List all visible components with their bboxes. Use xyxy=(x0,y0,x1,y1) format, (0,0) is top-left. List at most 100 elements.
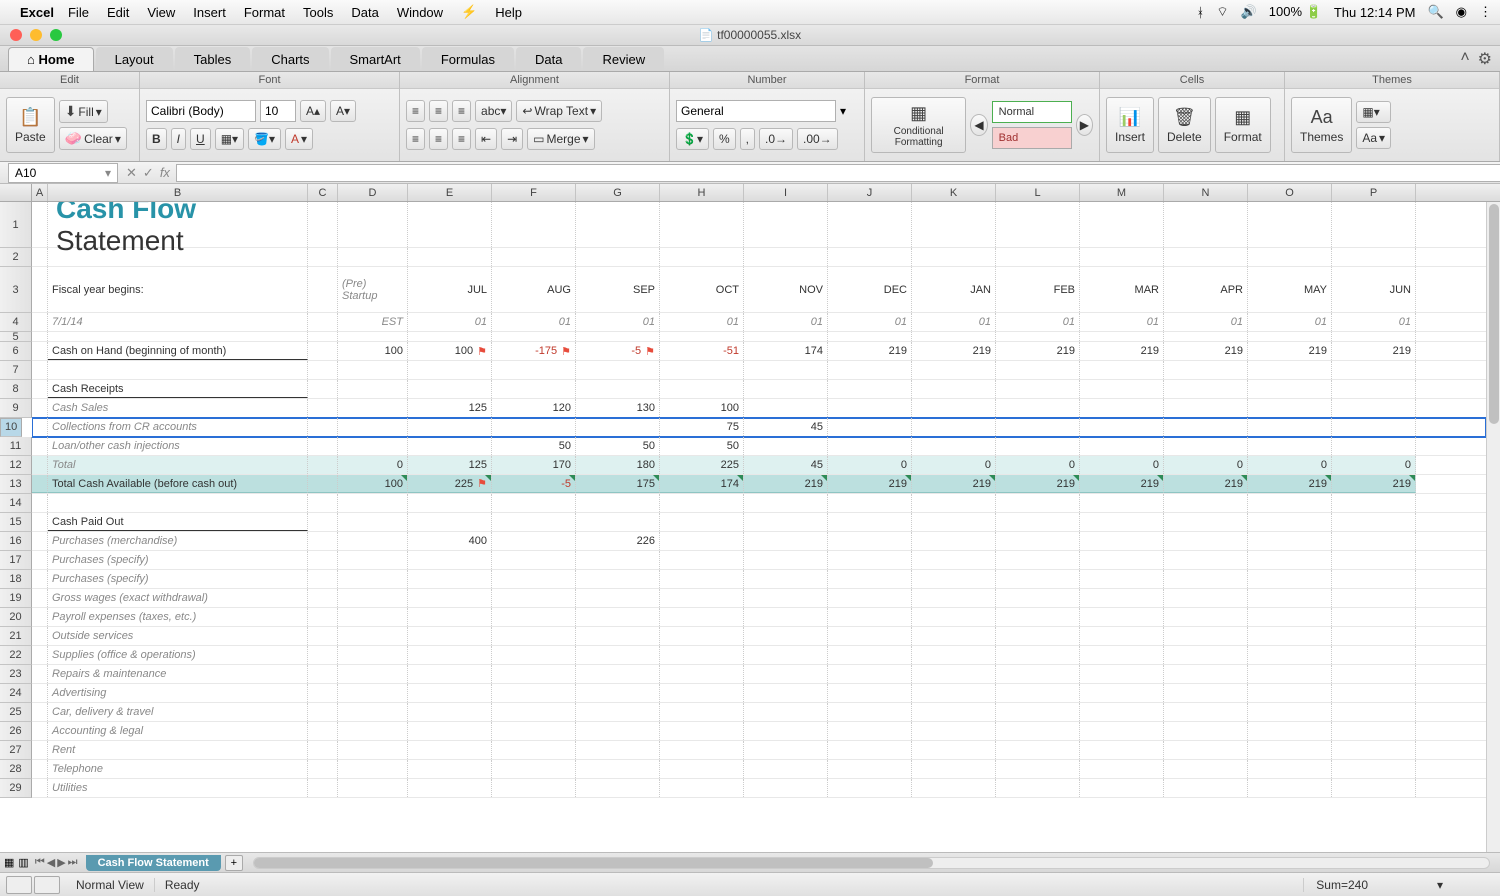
outdent-button[interactable]: ⇤ xyxy=(475,128,497,150)
clock[interactable]: Thu 12:14 PM xyxy=(1334,5,1416,20)
themes-button[interactable]: AaThemes xyxy=(1291,97,1352,153)
volume-icon[interactable]: 🔊 xyxy=(1241,4,1257,20)
tab-tables[interactable]: Tables xyxy=(175,47,251,71)
rowhdr-10[interactable]: 10 xyxy=(0,418,22,437)
colhdr-F[interactable]: F xyxy=(492,184,576,201)
colhdr-A[interactable]: A xyxy=(32,184,48,201)
rowhdr-22[interactable]: 22 xyxy=(0,646,32,665)
align-left-button[interactable]: ≡ xyxy=(406,128,425,150)
rowhdr-9[interactable]: 9 xyxy=(0,399,32,418)
rowhdr-19[interactable]: 19 xyxy=(0,589,32,608)
rowhdr-15[interactable]: 15 xyxy=(0,513,32,532)
indent-button[interactable]: ⇥ xyxy=(501,128,523,150)
rowhdr-27[interactable]: 27 xyxy=(0,741,32,760)
font-size-select[interactable]: 10 xyxy=(260,100,296,122)
minimize-button[interactable] xyxy=(30,29,42,41)
theme-fonts-button[interactable]: Aa▾ xyxy=(1356,127,1391,149)
cancel-formula-icon[interactable]: ✕ xyxy=(126,165,137,181)
view-button-2[interactable] xyxy=(34,876,60,894)
close-button[interactable] xyxy=(10,29,22,41)
colhdr-M[interactable]: M xyxy=(1080,184,1164,201)
menu-format[interactable]: Format xyxy=(244,5,285,20)
select-all-corner[interactable] xyxy=(0,184,32,201)
menu-file[interactable]: File xyxy=(68,5,89,20)
colhdr-L[interactable]: L xyxy=(996,184,1080,201)
rowhdr-21[interactable]: 21 xyxy=(0,627,32,646)
cell-grid[interactable]: Cash Flow StatementFiscal year begins:(P… xyxy=(32,202,1486,852)
cell-style-normal[interactable]: Normal xyxy=(992,101,1072,123)
colhdr-D[interactable]: D xyxy=(338,184,408,201)
sheet-nav-first[interactable]: ⏮ xyxy=(35,856,45,869)
rowhdr-6[interactable]: 6 xyxy=(0,342,32,361)
conditional-formatting-button[interactable]: ▦Conditional Formatting xyxy=(871,97,966,153)
view-normal-icon[interactable]: ▦ xyxy=(0,856,18,869)
app-name[interactable]: Excel xyxy=(20,5,54,20)
sheet-tab-active[interactable]: Cash Flow Statement xyxy=(86,855,221,871)
rowhdr-18[interactable]: 18 xyxy=(0,570,32,589)
rowhdr-1[interactable]: 1 xyxy=(0,202,32,248)
fx-icon[interactable]: fx xyxy=(160,165,170,181)
rowhdr-26[interactable]: 26 xyxy=(0,722,32,741)
align-bottom-button[interactable]: ≡ xyxy=(452,100,471,122)
tab-home[interactable]: Home xyxy=(8,47,94,71)
style-prev-button[interactable]: ◀ xyxy=(970,114,987,136)
colhdr-B[interactable]: B xyxy=(48,184,308,201)
clear-button[interactable]: 🧼Clear ▾ xyxy=(59,127,127,150)
border-button[interactable]: ▦▾ xyxy=(215,128,244,150)
name-box[interactable]: A10▾ xyxy=(8,163,118,183)
colhdr-I[interactable]: I xyxy=(744,184,828,201)
underline-button[interactable]: U xyxy=(190,128,211,150)
accept-formula-icon[interactable]: ✓ xyxy=(143,165,154,181)
menu-overflow-icon[interactable]: ⋮ xyxy=(1479,4,1492,20)
theme-colors-button[interactable]: ▦▾ xyxy=(1356,101,1391,123)
increase-font-button[interactable]: A▴ xyxy=(300,100,326,122)
currency-button[interactable]: 💲▾ xyxy=(676,128,709,150)
rowhdr-23[interactable]: 23 xyxy=(0,665,32,684)
rowhdr-3[interactable]: 3 xyxy=(0,267,32,313)
rowhdr-13[interactable]: 13 xyxy=(0,475,32,494)
sheet-nav-prev[interactable]: ◀ xyxy=(47,856,55,869)
tab-formulas[interactable]: Formulas xyxy=(422,47,514,71)
tab-data[interactable]: Data xyxy=(516,47,581,71)
font-name-select[interactable]: Calibri (Body) xyxy=(146,100,256,122)
spotlight-icon[interactable]: 🔍 xyxy=(1427,4,1443,20)
percent-button[interactable]: % xyxy=(713,128,736,150)
bold-button[interactable]: B xyxy=(146,128,167,150)
zoom-button[interactable] xyxy=(50,29,62,41)
battery-status[interactable]: 100% 🔋 xyxy=(1269,4,1322,20)
rowhdr-16[interactable]: 16 xyxy=(0,532,32,551)
increase-decimal-button[interactable]: .0→ xyxy=(759,128,793,150)
align-right-button[interactable]: ≡ xyxy=(452,128,471,150)
siri-icon[interactable]: ◉ xyxy=(1456,4,1467,20)
rowhdr-20[interactable]: 20 xyxy=(0,608,32,627)
align-middle-button[interactable]: ≡ xyxy=(429,100,448,122)
rowhdr-7[interactable]: 7 xyxy=(0,361,32,380)
vertical-scrollbar[interactable] xyxy=(1486,202,1500,852)
wrap-text-button[interactable]: ↩ Wrap Text ▾ xyxy=(516,100,602,122)
tab-layout[interactable]: Layout xyxy=(96,47,173,71)
view-page-icon[interactable]: ▥ xyxy=(18,856,28,869)
number-format-select[interactable]: General xyxy=(676,100,836,122)
format-cells-button[interactable]: ▦Format xyxy=(1215,97,1271,153)
colhdr-H[interactable]: H xyxy=(660,184,744,201)
align-center-button[interactable]: ≡ xyxy=(429,128,448,150)
menu-insert[interactable]: Insert xyxy=(193,5,226,20)
cell-style-bad[interactable]: Bad xyxy=(992,127,1072,149)
horizontal-scrollbar[interactable] xyxy=(253,857,1490,869)
orientation-button[interactable]: abc▾ xyxy=(475,100,512,122)
align-top-button[interactable]: ≡ xyxy=(406,100,425,122)
colhdr-O[interactable]: O xyxy=(1248,184,1332,201)
font-color-button[interactable]: A▾ xyxy=(285,128,313,150)
menu-data[interactable]: Data xyxy=(351,5,378,20)
rowhdr-12[interactable]: 12 xyxy=(0,456,32,475)
settings-gear-icon[interactable]: ⚙ xyxy=(1478,49,1492,69)
colhdr-K[interactable]: K xyxy=(912,184,996,201)
decrease-font-button[interactable]: A▾ xyxy=(330,100,356,122)
colhdr-E[interactable]: E xyxy=(408,184,492,201)
menu-edit[interactable]: Edit xyxy=(107,5,129,20)
insert-cells-button[interactable]: 📊Insert xyxy=(1106,97,1154,153)
rowhdr-4[interactable]: 4 xyxy=(0,313,32,332)
rowhdr-5[interactable]: 5 xyxy=(0,332,32,342)
view-button-1[interactable] xyxy=(6,876,32,894)
comma-button[interactable]: , xyxy=(740,128,755,150)
